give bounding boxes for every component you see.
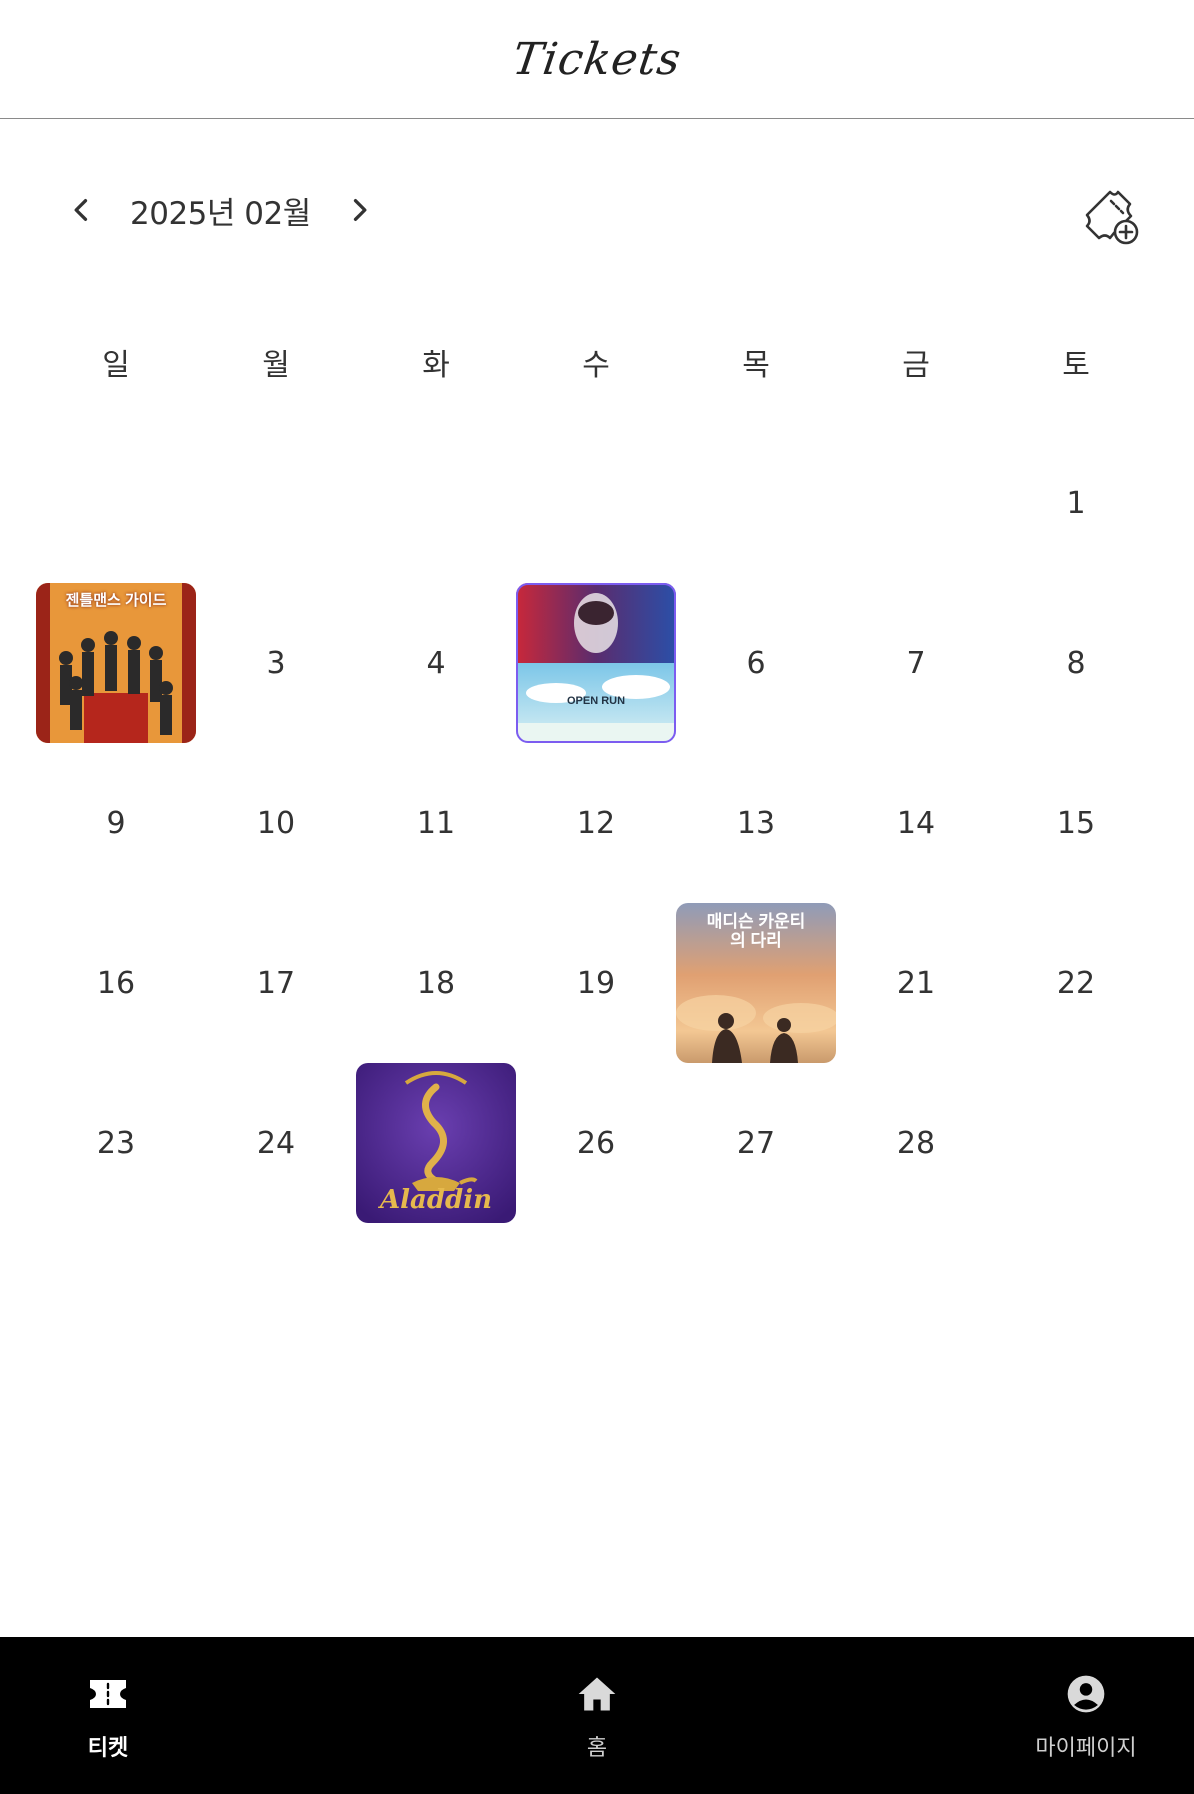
- calendar-day-2[interactable]: 젠틀맨스 가이드: [36, 583, 196, 743]
- tab-label: 마이페이지: [1035, 1735, 1137, 1761]
- ticket-icon: [84, 1670, 132, 1718]
- month-navigation: 2025년 02월: [60, 180, 381, 240]
- tab-label: 티켓: [87, 1735, 129, 1761]
- weekday-mon: 월: [262, 348, 290, 383]
- calendar-grid: 1 젠틀맨스 가이드 3 4 OPEN RUN 6 7 8 9 10 11 12…: [36, 423, 1156, 1223]
- day-number: 23: [96, 1125, 136, 1161]
- ticket-add-icon: [1085, 190, 1139, 245]
- calendar-day-25[interactable]: Aladdin: [356, 1063, 516, 1223]
- app-header: Tickets: [0, 0, 1194, 119]
- calendar-day-18[interactable]: 18: [356, 903, 516, 1063]
- calendar-day-7[interactable]: 7: [836, 583, 996, 743]
- calendar-day-12[interactable]: 12: [516, 743, 676, 903]
- day-number: 19: [576, 965, 616, 1001]
- calendar-day-15[interactable]: 15: [996, 743, 1156, 903]
- calendar-day-21[interactable]: 21: [836, 903, 996, 1063]
- poster-title: 매디슨 카운티의 다리: [706, 912, 806, 950]
- day-number: 14: [896, 805, 936, 841]
- ticket-poster-madison-county[interactable]: 매디슨 카운티의 다리: [676, 903, 836, 1063]
- weekday-wed: 수: [582, 348, 610, 383]
- ticket-poster-aladdin[interactable]: Aladdin: [356, 1063, 516, 1223]
- weekday-thu: 목: [742, 348, 770, 383]
- day-number: 18: [416, 965, 456, 1001]
- day-number: 16: [96, 965, 136, 1001]
- home-icon: [573, 1670, 621, 1718]
- calendar-day-16[interactable]: 16: [36, 903, 196, 1063]
- day-number: 12: [576, 805, 616, 841]
- calendar-day-8[interactable]: 8: [996, 583, 1156, 743]
- day-number: 9: [106, 805, 126, 841]
- day-number: 15: [1056, 805, 1096, 841]
- day-number: 11: [416, 805, 456, 841]
- day-number: 3: [266, 645, 286, 681]
- account-circle-icon: [1062, 1670, 1110, 1718]
- day-number: 13: [736, 805, 776, 841]
- poster-title: 젠틀맨스 가이드: [65, 592, 167, 609]
- prev-month-button[interactable]: [60, 188, 104, 232]
- app-root: Tickets 2025년 02월 일 월 화 수 목 금 토 1 젠틀맨스 가…: [0, 0, 1194, 1794]
- calendar-day-11[interactable]: 11: [356, 743, 516, 903]
- bottom-navigation: 티켓 홈 마이페이지: [0, 1637, 1194, 1794]
- calendar-day-14[interactable]: 14: [836, 743, 996, 903]
- day-number: 4: [426, 645, 446, 681]
- current-month-label: 2025년 02월: [130, 195, 311, 232]
- weekday-header: 일 월 화 수 목 금 토: [36, 330, 1156, 394]
- calendar-day-1[interactable]: 1: [996, 423, 1156, 583]
- next-month-button[interactable]: [337, 188, 381, 232]
- weekday-fri: 금: [902, 348, 930, 383]
- tab-label: 홈: [586, 1735, 608, 1761]
- calendar-day-20[interactable]: 매디슨 카운티의 다리: [676, 903, 836, 1063]
- calendar-day-24[interactable]: 24: [196, 1063, 356, 1223]
- tab-mypage[interactable]: 마이페이지: [1006, 1637, 1166, 1794]
- calendar-day-10[interactable]: 10: [196, 743, 356, 903]
- calendar-day-6[interactable]: 6: [676, 583, 836, 743]
- calendar-day-17[interactable]: 17: [196, 903, 356, 1063]
- weekday-sun: 일: [102, 348, 130, 383]
- calendar-day-23[interactable]: 23: [36, 1063, 196, 1223]
- calendar-day-3[interactable]: 3: [196, 583, 356, 743]
- day-number: 21: [896, 965, 936, 1001]
- chevron-right-icon: [353, 199, 367, 221]
- day-number: 10: [256, 805, 296, 841]
- chevron-left-icon: [74, 199, 88, 221]
- weekday-tue: 화: [422, 348, 450, 383]
- day-number: 24: [256, 1125, 296, 1161]
- calendar-day-4[interactable]: 4: [356, 583, 516, 743]
- day-number: 22: [1056, 965, 1096, 1001]
- calendar-day-5[interactable]: OPEN RUN: [516, 583, 676, 743]
- app-logo: Tickets: [509, 33, 685, 85]
- day-number: 8: [1066, 645, 1086, 681]
- calendar-day-22[interactable]: 22: [996, 903, 1156, 1063]
- day-number: 1: [1066, 485, 1086, 521]
- tab-home[interactable]: 홈: [517, 1637, 677, 1794]
- calendar-day-28[interactable]: 28: [836, 1063, 996, 1223]
- day-number: 7: [906, 645, 926, 681]
- day-number: 17: [256, 965, 296, 1001]
- calendar-day-26[interactable]: 26: [516, 1063, 676, 1223]
- poster-title: OPEN RUN: [566, 695, 626, 707]
- calendar-day-19[interactable]: 19: [516, 903, 676, 1063]
- calendar-day-9[interactable]: 9: [36, 743, 196, 903]
- day-number: 26: [576, 1125, 616, 1161]
- day-number: 28: [896, 1125, 936, 1161]
- tab-tickets[interactable]: 티켓: [28, 1637, 188, 1794]
- weekday-sat: 토: [1062, 348, 1090, 383]
- add-ticket-button[interactable]: [1074, 180, 1146, 252]
- calendar-day-13[interactable]: 13: [676, 743, 836, 903]
- day-number: 27: [736, 1125, 776, 1161]
- poster-title: Aladdin: [379, 1185, 493, 1215]
- ticket-poster-gentlemans-guide[interactable]: 젠틀맨스 가이드: [36, 583, 196, 743]
- ticket-poster-les-mis-stack[interactable]: OPEN RUN: [516, 583, 676, 743]
- day-number: 6: [746, 645, 766, 681]
- calendar-day-27[interactable]: 27: [676, 1063, 836, 1223]
